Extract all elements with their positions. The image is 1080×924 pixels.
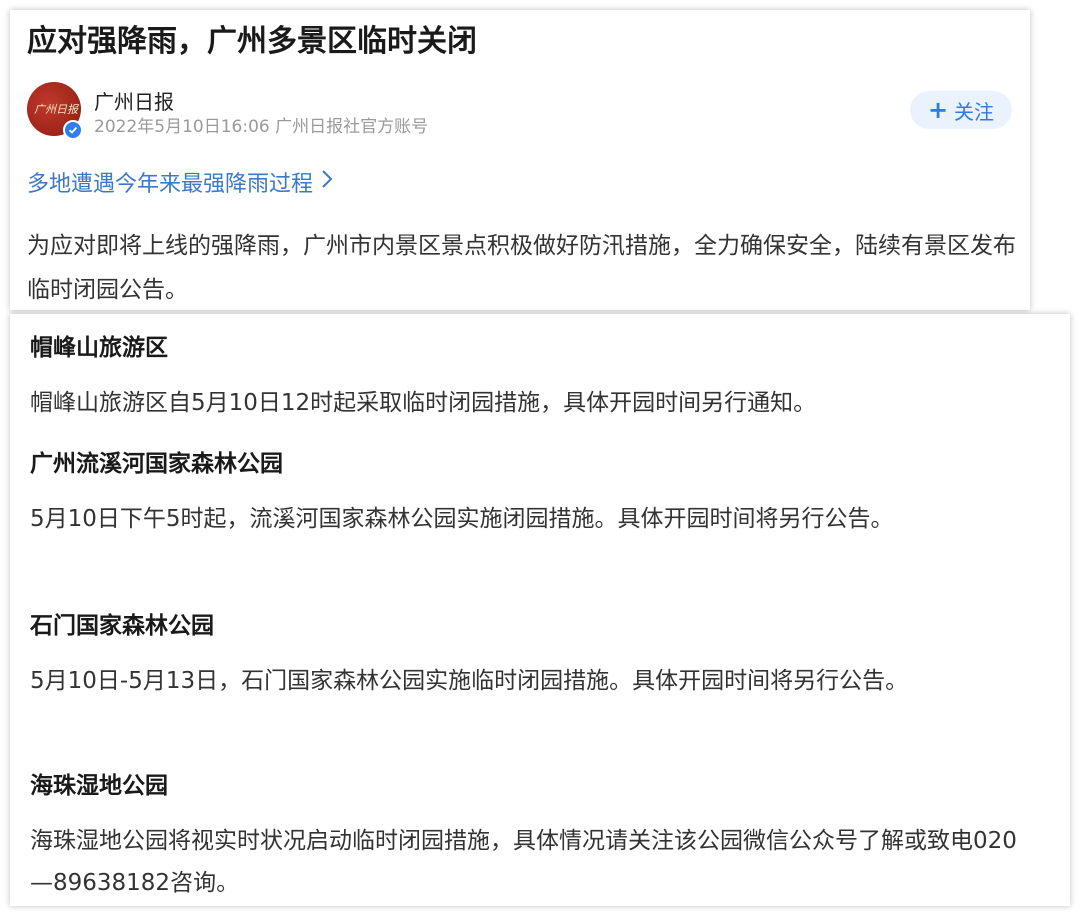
section-heading: 帽峰山旅游区 (30, 335, 168, 361)
follow-button[interactable]: + 关注 (910, 91, 1012, 129)
section-body: 帽峰山旅游区自5月10日12时起采取临时闭园措施，具体开园时间另行通知。 (30, 390, 817, 416)
article-body-card: 帽峰山旅游区 帽峰山旅游区自5月10日12时起采取临时闭园措施，具体开园时间另行… (10, 314, 1070, 906)
topic-link[interactable]: 多地遭遇今年来最强降雨过程 (27, 166, 333, 198)
avatar[interactable]: 广州日报 (27, 82, 83, 140)
section-body: 5月10日-5月13日，石门国家森林公园实施临时闭园措施。具体开园时间将另行公告… (30, 668, 909, 694)
section-body: 海珠湿地公园将视实时状况启动临时闭园措施，具体情况请关注该公园微信公众号了解或致… (30, 828, 1017, 896)
plus-icon: + (927, 96, 949, 124)
section-liuxihe: 广州流溪河国家森林公园 5月10日下午5时起，流溪河国家森林公园实施闭园措施。具… (30, 444, 1030, 540)
section-body: 5月10日下午5时起，流溪河国家森林公园实施闭园措施。具体开园时间将另行公告。 (30, 506, 894, 532)
section-heading: 石门国家森林公园 (30, 613, 214, 639)
article-header-card: 应对强降雨，广州多景区临时关闭 广州日报 广州日报 2022年5月10日16:0… (10, 10, 1030, 310)
section-shimen: 石门国家森林公园 5月10日-5月13日，石门国家森林公园实施临时闭园措施。具体… (30, 606, 1030, 702)
section-haizhu: 海珠湿地公园 海珠湿地公园将视实时状况启动临时闭园措施，具体情况请关注该公园微信… (30, 766, 1030, 904)
topic-link-text: 多地遭遇今年来最强降雨过程 (27, 172, 314, 197)
publish-meta: 2022年5月10日16:06 广州日报社官方账号 (94, 117, 429, 137)
article-title: 应对强降雨，广州多景区临时关闭 (27, 24, 477, 59)
verified-badge-icon (63, 120, 83, 140)
follow-button-label: 关注 (954, 99, 995, 124)
article-intro: 为应对即将上线的强降雨，广州市内景区景点积极做好防汛措施，全力确保安全，陆续有景… (27, 233, 1016, 303)
section-maofengshan: 帽峰山旅游区 帽峰山旅游区自5月10日12时起采取临时闭园措施，具体开园时间另行… (30, 328, 1030, 424)
chevron-right-icon (321, 169, 333, 195)
author-name[interactable]: 广州日报 (94, 86, 174, 115)
section-heading: 广州流溪河国家森林公园 (30, 451, 283, 477)
section-heading: 海珠湿地公园 (30, 773, 168, 799)
avatar-logo-text: 广州日报 (34, 103, 78, 116)
